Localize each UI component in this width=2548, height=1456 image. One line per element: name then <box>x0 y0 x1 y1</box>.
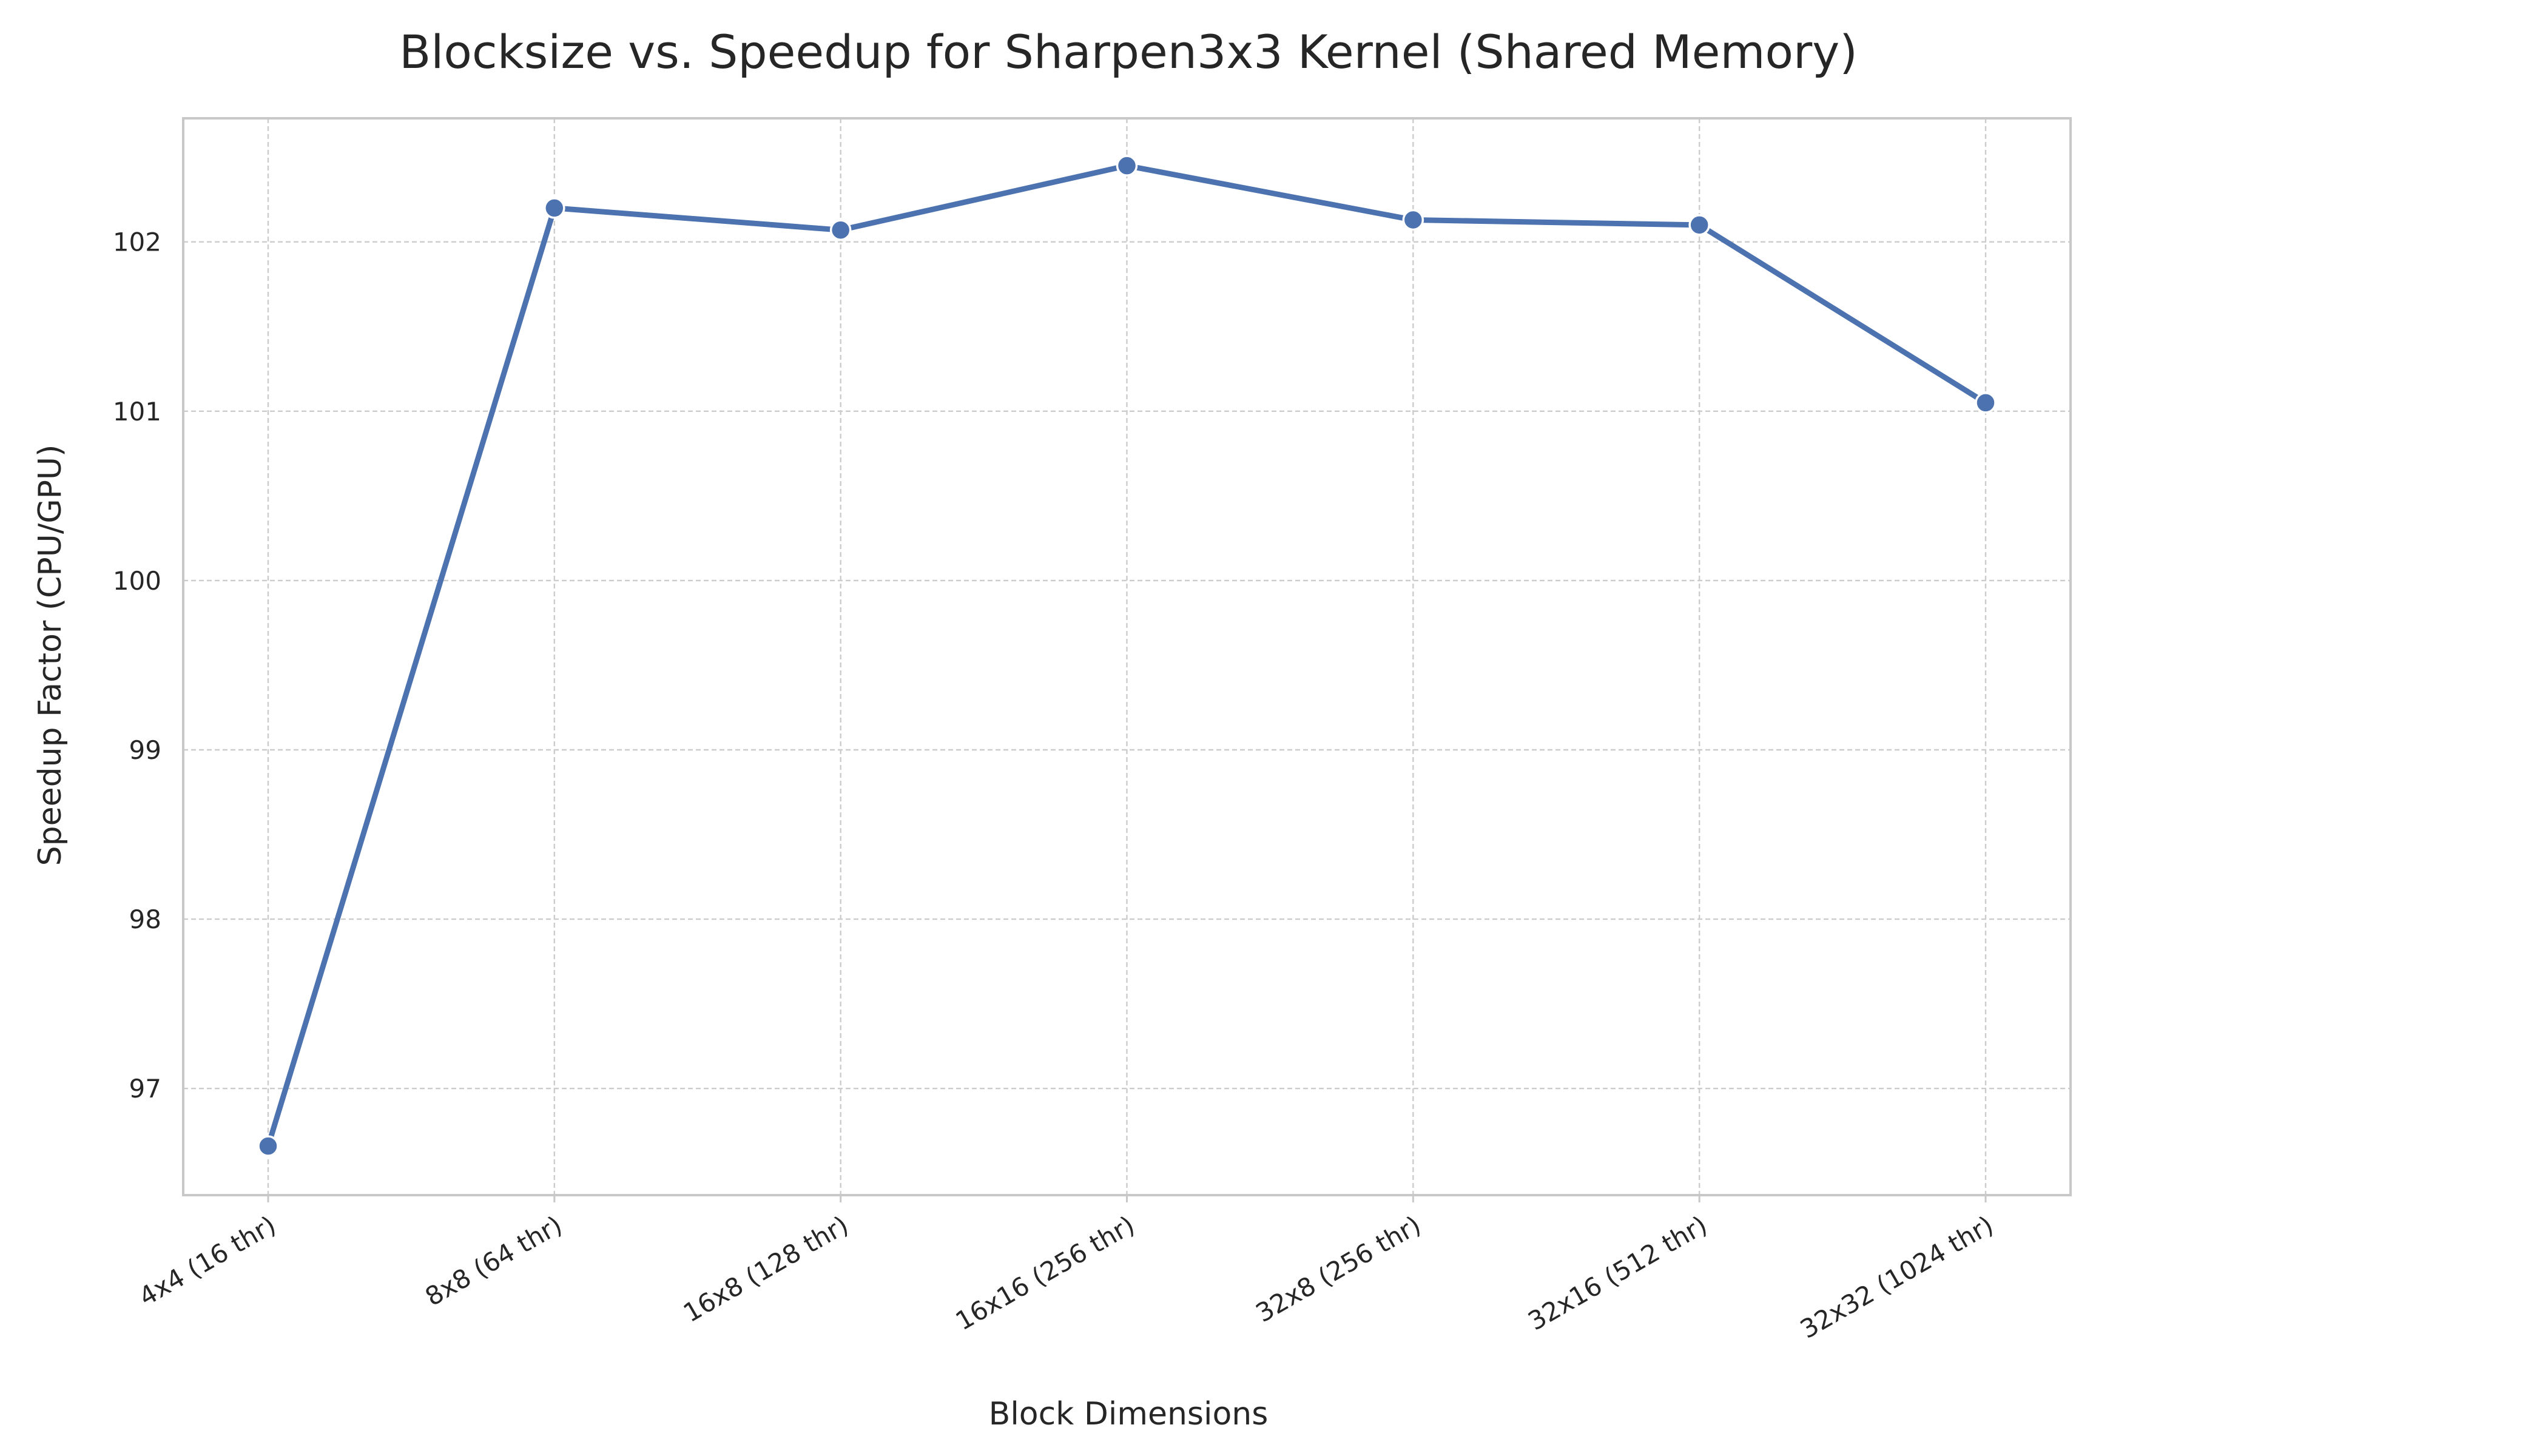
x-tick-label: 32x32 (1024 thr) <box>1795 1210 1998 1344</box>
data-point <box>1688 214 1710 236</box>
x-tick-label: 16x16 (256 thr) <box>951 1210 1140 1336</box>
y-tick-label: 100 <box>113 566 161 596</box>
data-point <box>1975 392 1997 414</box>
y-tick-label: 102 <box>113 228 161 257</box>
data-point <box>544 197 565 219</box>
y-tick-label: 99 <box>129 735 161 765</box>
x-axis-label: Block Dimensions <box>989 1396 1269 1432</box>
x-tick-label: 32x16 (512 thr) <box>1523 1210 1712 1336</box>
x-tick-label: 4x4 (16 thr) <box>134 1210 281 1312</box>
data-point <box>1116 155 1138 177</box>
data-point <box>257 1135 279 1157</box>
chart-title: Blocksize vs. Speedup for Sharpen3x3 Ker… <box>399 25 1858 79</box>
x-tick-label: 32x8 (256 thr) <box>1251 1210 1426 1328</box>
data-point <box>829 219 852 241</box>
y-tick-label: 97 <box>129 1074 161 1104</box>
speedup-line-chart: Blocksize vs. Speedup for Sharpen3x3 Ker… <box>32 25 2072 1432</box>
axis-ticks: 4x4 (16 thr) 8x8 (64 thr) 16x8 (128 thr) 16… <box>113 228 1998 1344</box>
x-tick-label: 8x8 (64 thr) <box>420 1210 567 1312</box>
y-tick-label: 101 <box>113 397 161 426</box>
y-tick-label: 98 <box>129 905 161 934</box>
x-tick-label: 16x8 (128 thr) <box>678 1210 854 1328</box>
data-point <box>1402 209 1424 231</box>
y-axis-label: Speedup Factor (CPU/GPU) <box>32 445 69 866</box>
